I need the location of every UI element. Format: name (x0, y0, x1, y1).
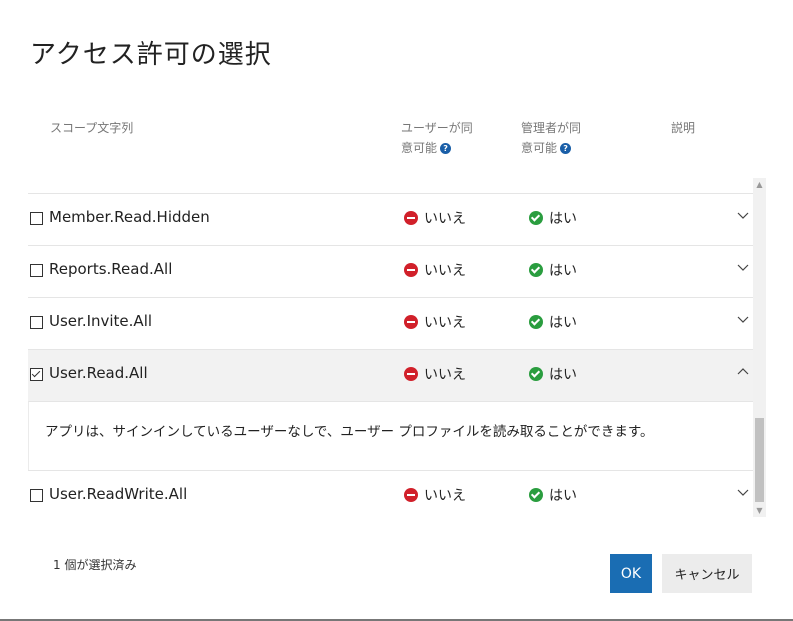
admin-consent-label-line1: 管理者が同 (521, 121, 582, 135)
admin-consent-value: はい (529, 208, 577, 228)
minus-circle-icon (404, 488, 418, 502)
admin-consent-value: はい (529, 312, 577, 332)
check-circle-icon (529, 315, 543, 329)
admin-consent-label-line2: 意可能 (521, 141, 558, 155)
chevron-down-icon[interactable] (736, 485, 750, 499)
vertical-scrollbar[interactable]: ▲ ▼ (753, 178, 766, 517)
check-circle-icon (529, 211, 543, 225)
checkbox[interactable] (30, 264, 43, 277)
selected-count: 1 個が選択済み (53, 558, 137, 572)
user-consent-value: いいえ (404, 312, 466, 332)
permission-row[interactable]: User.Invite.All いいえ はい (28, 297, 753, 349)
checkbox[interactable] (30, 212, 43, 225)
scope-name: Member.Read.Hidden (49, 208, 210, 226)
check-circle-icon (529, 263, 543, 277)
column-header-description: 説明 (671, 121, 696, 135)
checkbox-checked[interactable] (30, 368, 43, 381)
chevron-down-icon[interactable] (736, 312, 750, 326)
admin-consent-value: はい (529, 485, 577, 505)
cancel-button[interactable]: キャンセル (662, 554, 752, 593)
permission-list: Member.Read.Hidden いいえ はい Reports.Read.A… (28, 193, 753, 522)
checkbox[interactable] (30, 316, 43, 329)
permission-row[interactable]: Member.Read.Hidden いいえ はい (28, 193, 753, 245)
minus-circle-icon (404, 263, 418, 277)
user-consent-value: いいえ (404, 260, 466, 280)
user-consent-value: いいえ (404, 208, 466, 228)
chevron-up-icon[interactable] (736, 364, 750, 378)
check-circle-icon (529, 488, 543, 502)
user-consent-value: いいえ (404, 485, 466, 505)
minus-circle-icon (404, 367, 418, 381)
scope-name: User.Invite.All (49, 312, 153, 330)
permission-row[interactable]: User.ReadWrite.All いいえ はい (28, 470, 753, 522)
ok-button[interactable]: OK (610, 554, 652, 593)
scroll-down-arrow-icon[interactable]: ▼ (753, 504, 766, 517)
minus-circle-icon (404, 211, 418, 225)
admin-consent-value: はい (529, 364, 577, 384)
scope-name: User.Read.All (49, 364, 148, 382)
column-header-user-consent: ユーザーが同 意可能? (401, 118, 473, 158)
help-icon[interactable]: ? (440, 143, 452, 154)
permission-description: アプリは、サインインしているユーザーなしで、ユーザー プロファイルを読み取ること… (45, 424, 654, 440)
user-consent-value: いいえ (404, 364, 466, 384)
user-consent-label-line1: ユーザーが同 (401, 121, 473, 135)
scope-name: User.ReadWrite.All (49, 485, 188, 503)
column-header-admin-consent: 管理者が同 意可能? (521, 118, 581, 158)
help-icon[interactable]: ? (560, 143, 572, 154)
column-header-scope: スコープ文字列 (50, 121, 134, 135)
minus-circle-icon (404, 315, 418, 329)
chevron-down-icon[interactable] (736, 208, 750, 222)
scrollbar-thumb[interactable] (755, 418, 764, 502)
scope-name: Reports.Read.All (49, 260, 173, 278)
permission-description-panel: アプリは、サインインしているユーザーなしで、ユーザー プロファイルを読み取ること… (28, 401, 753, 470)
dialog-title: アクセス許可の選択 (30, 40, 272, 70)
user-consent-label-line2: 意可能 (401, 141, 438, 155)
check-circle-icon (529, 367, 543, 381)
permission-row-selected[interactable]: User.Read.All いいえ はい (28, 349, 753, 401)
admin-consent-value: はい (529, 260, 577, 280)
checkbox[interactable] (30, 489, 43, 502)
chevron-down-icon[interactable] (736, 260, 750, 274)
scroll-up-arrow-icon[interactable]: ▲ (753, 178, 766, 191)
permission-row[interactable]: Reports.Read.All いいえ はい (28, 245, 753, 297)
